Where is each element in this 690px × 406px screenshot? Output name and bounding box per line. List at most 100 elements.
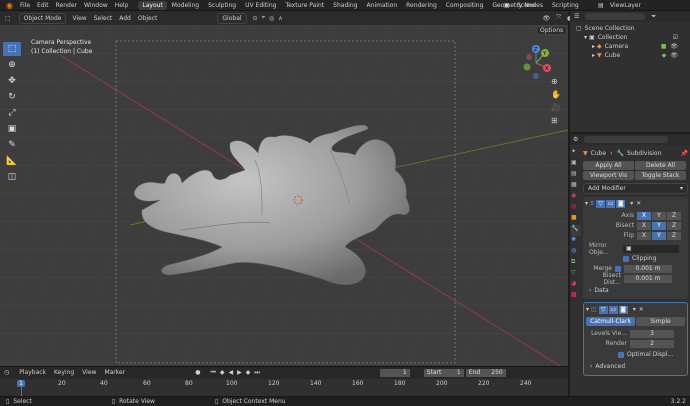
start-frame-field[interactable]: Start 1 [423, 368, 464, 377]
apply-all-button[interactable]: Apply All [583, 161, 634, 170]
measure-tool-icon[interactable]: 📐 [3, 154, 21, 168]
collection-check-icon[interactable]: ☑ [673, 34, 678, 41]
outliner-search-input[interactable] [585, 13, 646, 20]
bisect-distance-field[interactable]: 0.001 m [624, 274, 672, 283]
select-box-tool-icon[interactable]: ⬚ [3, 42, 21, 56]
auto-key-icon[interactable]: ● [195, 369, 200, 376]
pin-icon[interactable]: 📌 [681, 150, 688, 157]
flip-y-toggle[interactable]: Y [652, 231, 666, 240]
clipping-checkbox[interactable] [623, 255, 629, 262]
levels-viewport-field[interactable]: 3 [630, 329, 674, 338]
falloff-icon[interactable]: ∧ [278, 15, 282, 22]
axis-y-toggle[interactable]: Y [652, 211, 666, 220]
chevron-down-icon[interactable]: ▾ [585, 200, 588, 207]
tab-compositing[interactable]: Compositing [442, 1, 488, 10]
bisect-z-toggle[interactable]: Z [667, 221, 681, 230]
menu-select[interactable]: Select [94, 15, 113, 22]
timeline-view-menu[interactable]: View [82, 369, 96, 376]
chevron-down-icon[interactable]: ▾ [584, 34, 587, 41]
chevron-down-icon[interactable]: ▾ [586, 306, 589, 313]
transform-tool-icon[interactable]: ▣ [3, 122, 21, 136]
scene-tab-icon[interactable]: ◉ [571, 192, 581, 203]
zoom-icon[interactable]: ⊕ [551, 77, 558, 86]
snap-icon[interactable]: ⌖ [262, 14, 265, 22]
pivot-icon[interactable]: ⊙ [253, 15, 258, 22]
remove-modifier-icon[interactable]: ✕ [636, 200, 641, 207]
add-modifier-dropdown[interactable]: Add Modifier ▾ [583, 183, 688, 194]
tab-texture-paint[interactable]: Texture Paint [281, 1, 328, 10]
menu-edit[interactable]: Edit [37, 2, 49, 9]
data-subpanel[interactable]: › Data [585, 286, 686, 295]
add-cube-tool-icon[interactable]: ◫ [3, 170, 21, 184]
render-levels-field[interactable]: 2 [630, 339, 674, 348]
data-tab-icon[interactable]: ▽ [571, 269, 581, 280]
menu-window[interactable]: Window [84, 2, 108, 9]
play-icon[interactable]: ▶ [237, 369, 242, 376]
current-frame-field[interactable]: 1 [379, 368, 410, 377]
chevron-right-icon[interactable]: ▸ [592, 52, 595, 59]
editor-type-icon[interactable]: ⬚ [5, 15, 11, 22]
outliner-editor-icon[interactable]: ☰ [574, 13, 579, 20]
jump-start-icon[interactable]: ⏮ [210, 369, 215, 377]
edit-mode-toggle-icon[interactable]: ▽ [598, 305, 608, 314]
chevron-right-icon[interactable]: ▸ [592, 43, 595, 50]
axis-z-toggle[interactable]: Z [667, 211, 681, 220]
cursor-tool-icon[interactable]: ⊕ [3, 58, 21, 72]
blender-logo-icon[interactable]: ◉ [6, 1, 13, 10]
playhead[interactable]: 1 [17, 380, 25, 387]
tab-modeling[interactable]: Modeling [168, 1, 203, 10]
scene-name[interactable]: Scene [517, 2, 535, 9]
bisect-y-toggle[interactable]: Y [652, 221, 666, 230]
tab-shading[interactable]: Shading [329, 1, 361, 10]
mirror-object-field[interactable]: ▣ [623, 244, 679, 253]
keying-menu[interactable]: Keying [54, 369, 74, 376]
proportional-edit-icon[interactable]: ◎ [269, 15, 274, 22]
delete-all-button[interactable]: Delete All [635, 161, 686, 170]
axis-x-toggle[interactable]: X [637, 211, 651, 220]
options-dropdown[interactable]: Options [536, 26, 568, 35]
end-frame-field[interactable]: End 250 [465, 368, 506, 377]
scale-tool-icon[interactable]: ⤢ [3, 106, 21, 120]
texture-tab-icon[interactable]: ▩ [571, 291, 581, 302]
viewport-toggle-icon[interactable]: ▭ [608, 305, 618, 314]
outliner-item-camera[interactable]: ▸ ◆ Camera ■ 👁 [570, 42, 690, 51]
pan-hand-icon[interactable]: ✋ [551, 90, 561, 99]
modifier-tab-icon[interactable]: 🔧 [571, 225, 581, 236]
tab-uv-editing[interactable]: UV Editing [241, 1, 280, 10]
menu-file[interactable]: File [20, 2, 30, 9]
rotate-tool-icon[interactable]: ↻ [3, 90, 21, 104]
timeline-ruler[interactable]: 1 20 40 60 80 100 120 140 160 180 200 22… [0, 379, 568, 397]
outliner-item-cube[interactable]: ▸ ▼ Cube ◆ 👁 [570, 51, 690, 60]
ortho-grid-icon[interactable]: ⊞ [551, 116, 558, 125]
timeline-editor-icon[interactable]: ◷ [4, 369, 9, 376]
edit-mode-toggle-icon[interactable]: ▽ [596, 199, 606, 208]
output-tab-icon[interactable]: ▤ [571, 170, 581, 181]
advanced-subpanel[interactable]: › Advanced [586, 362, 685, 371]
tab-animation[interactable]: Animation [363, 1, 402, 10]
render-tab-icon[interactable]: ▣ [571, 159, 581, 170]
move-tool-icon[interactable]: ✥ [3, 74, 21, 88]
particles-tab-icon[interactable]: ✺ [571, 236, 581, 247]
visibility-icon[interactable]: 👁 [543, 15, 551, 22]
camera-visibility-icon[interactable]: 👁 [670, 43, 678, 50]
render-toggle-icon[interactable]: ◙ [616, 199, 626, 208]
menu-render[interactable]: Render [56, 2, 77, 9]
optimal-display-checkbox[interactable] [618, 351, 624, 358]
physics-tab-icon[interactable]: ◍ [571, 247, 581, 258]
object-tab-icon[interactable]: ■ [571, 214, 581, 225]
transform-orientation-dropdown[interactable]: Global [217, 12, 247, 24]
view-layer-tab-icon[interactable]: ▦ [571, 181, 581, 192]
annotate-tool-icon[interactable]: ✎ [3, 138, 21, 152]
catmull-clark-button[interactable]: Catmull-Clark [586, 317, 635, 326]
simple-button[interactable]: Simple [636, 317, 685, 326]
menu-object[interactable]: Object [138, 15, 158, 22]
tab-sculpting[interactable]: Sculpting [204, 1, 240, 10]
cube-visibility-icon[interactable]: 👁 [670, 52, 678, 59]
menu-add[interactable]: Add [119, 15, 131, 22]
properties-search-input[interactable] [584, 136, 669, 143]
view-layer-name[interactable]: ViewLayer [610, 2, 641, 9]
camera-view-icon[interactable]: 🎥 [551, 103, 561, 112]
mode-dropdown[interactable]: Object Mode [18, 12, 67, 24]
material-tab-icon[interactable]: ◕ [571, 280, 581, 291]
properties-editor-icon[interactable]: ⚙ [573, 136, 578, 143]
